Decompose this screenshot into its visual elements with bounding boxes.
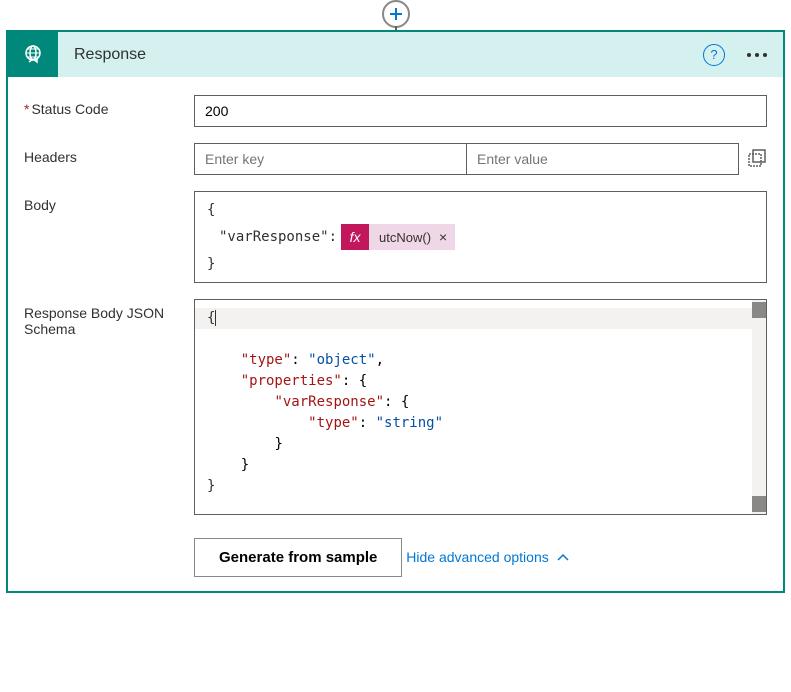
header-key-input[interactable] [194,143,466,175]
response-card: Response ? *Status Code Headers [6,30,785,593]
scrollbar-thumb-top[interactable] [752,302,766,318]
dynamic-content-picker-icon[interactable] [747,149,767,169]
response-icon [8,32,58,77]
fx-icon: fx [341,224,369,250]
chevron-up-icon [557,553,569,561]
scrollbar-track [752,300,766,514]
more-menu-button[interactable] [743,49,771,61]
schema-label: Response Body JSON Schema [24,299,194,337]
scrollbar-thumb-bottom[interactable] [752,496,766,512]
header-value-input[interactable] [466,143,739,175]
token-remove-icon[interactable]: × [439,229,447,245]
body-input[interactable]: { "varResponse": fx utcNow() × } [194,191,767,283]
schema-editor[interactable]: { "type": "object", "properties": { "var… [194,299,767,515]
required-asterisk: * [24,101,29,117]
token-label: utcNow() [379,230,431,245]
card-title: Response [58,46,703,64]
add-step-button[interactable] [382,0,410,28]
body-label: Body [24,191,194,213]
expression-token[interactable]: fx utcNow() × [341,224,455,250]
card-header[interactable]: Response ? [8,32,783,77]
generate-from-sample-button[interactable]: Generate from sample [194,538,402,577]
headers-label: Headers [24,143,194,165]
help-icon[interactable]: ? [703,44,725,66]
hide-advanced-link[interactable]: Hide advanced options [406,549,568,565]
status-code-label: *Status Code [24,95,194,117]
plus-icon [388,6,404,22]
status-code-input[interactable] [194,95,767,127]
